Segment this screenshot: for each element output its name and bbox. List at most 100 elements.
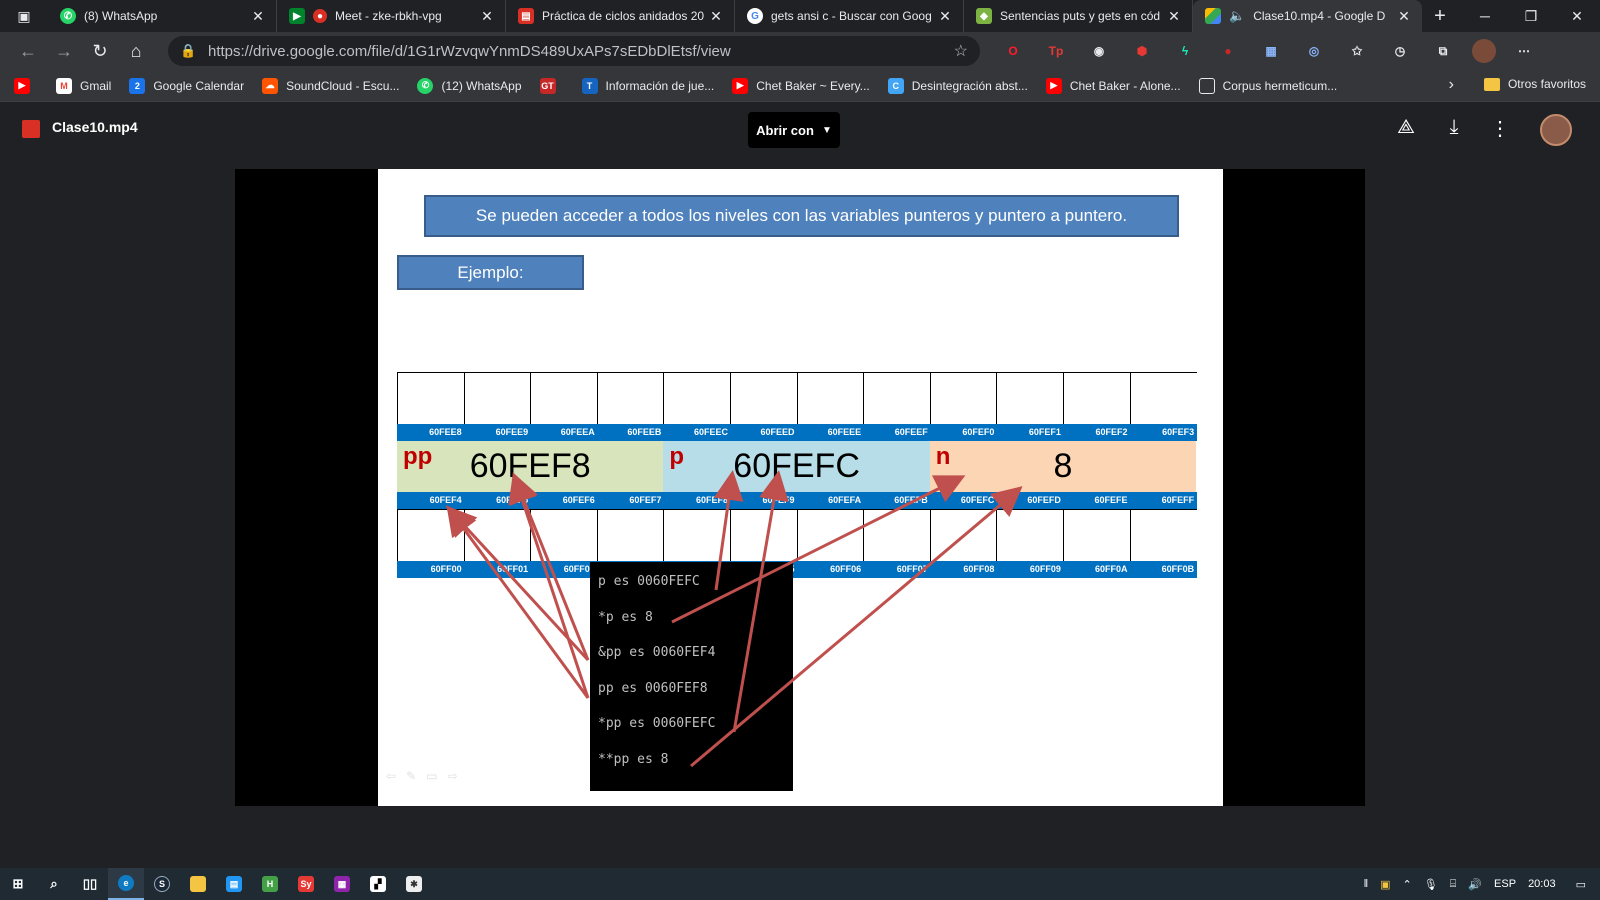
ladybug-extension-icon[interactable]: ● bbox=[1213, 36, 1243, 66]
add-to-drive-icon[interactable]: ⟁ bbox=[1392, 116, 1420, 139]
calendar-extension-icon[interactable]: ▦ bbox=[1256, 36, 1286, 66]
bug-app-icon[interactable]: ✱ bbox=[396, 868, 432, 900]
volume-icon[interactable]: 🔊 bbox=[1468, 878, 1482, 891]
forward-icon[interactable]: → bbox=[46, 33, 82, 69]
close-icon[interactable]: ✕ bbox=[1396, 8, 1412, 25]
search-icon[interactable]: ⌕ bbox=[36, 868, 72, 900]
more-menu-icon[interactable]: ⋯ bbox=[1509, 36, 1539, 66]
close-icon[interactable]: ✕ bbox=[1166, 8, 1182, 25]
address-label: 60FEFC bbox=[960, 495, 995, 505]
variable-pp: pp 60FEF8 bbox=[397, 441, 664, 492]
windows-start-icon[interactable]: ⊞ bbox=[0, 868, 36, 900]
lock-icon[interactable]: 🔒 bbox=[180, 43, 196, 59]
pen-icon[interactable]: ✎ bbox=[406, 769, 416, 783]
bookmark[interactable]: T Información de jue... bbox=[581, 77, 714, 94]
reload-icon[interactable]: ↻ bbox=[82, 33, 118, 69]
collections-icon[interactable]: ⧉ bbox=[1428, 36, 1458, 66]
close-icon[interactable]: ✕ bbox=[937, 8, 953, 25]
microphone-icon[interactable]: 🎙 bbox=[1424, 878, 1438, 891]
tab-google-search[interactable]: G gets ansi c - Buscar con Goog ✕ bbox=[735, 0, 964, 32]
whatsapp-icon: ✆ bbox=[417, 77, 434, 94]
more-options-icon[interactable]: ⋮ bbox=[1486, 116, 1514, 141]
bookmark[interactable]: GT bbox=[539, 77, 564, 94]
tab-title: gets ansi c - Buscar con Goog bbox=[771, 9, 932, 23]
profile-avatar[interactable] bbox=[1472, 39, 1496, 63]
file-explorer-icon[interactable] bbox=[180, 868, 216, 900]
bookmark[interactable]: ✆ (12) WhatsApp bbox=[417, 77, 522, 94]
language-indicator[interactable]: ESP bbox=[1494, 878, 1516, 890]
bookmark[interactable]: ▶ Chet Baker - Alone... bbox=[1045, 77, 1181, 94]
close-icon[interactable]: ✕ bbox=[250, 8, 266, 25]
system-tray: ‖ ▣ ⌃ 🎙 ⌸ 🔊 ESP 20:03 ▭ bbox=[1364, 868, 1600, 900]
caret-down-icon: ▼ bbox=[821, 124, 832, 136]
variable-name: n bbox=[935, 443, 951, 470]
bookmark[interactable]: ☁ SoundCloud - Escu... bbox=[262, 77, 399, 94]
restore-icon[interactable]: ❐ bbox=[1508, 0, 1554, 32]
console-line: *p es 8 bbox=[598, 609, 653, 625]
shield-extension-icon[interactable]: ⬢ bbox=[1127, 36, 1157, 66]
tab-pdf[interactable]: ▤ Práctica de ciclos anidados 20 ✕ bbox=[506, 0, 735, 32]
memory-cell bbox=[397, 510, 464, 561]
bookmark[interactable]: C Desintegración abst... bbox=[887, 77, 1028, 94]
menu-icon[interactable]: ▭ bbox=[426, 769, 437, 783]
tray-app-icon[interactable]: ▣ bbox=[1380, 878, 1390, 891]
download-icon[interactable]: ⤓ bbox=[1440, 116, 1468, 139]
memory-cell bbox=[996, 373, 1063, 424]
edge-taskbar-icon[interactable]: e bbox=[108, 868, 144, 900]
bolt-extension-icon[interactable]: ϟ bbox=[1170, 36, 1200, 66]
epic-app-icon[interactable]: ▞ bbox=[360, 868, 396, 900]
history-icon[interactable]: ◷ bbox=[1385, 36, 1415, 66]
tab-meet[interactable]: ▶ ● Meet - zke-rbkh-vpg ✕ bbox=[277, 0, 506, 32]
address-label: 60FEF8 bbox=[695, 495, 728, 505]
mask-extension-icon[interactable]: ◉ bbox=[1084, 36, 1114, 66]
address-label: 60FEF2 bbox=[1095, 427, 1128, 437]
c-icon: C bbox=[887, 77, 904, 94]
open-with-button[interactable]: Abrir con ▼ bbox=[748, 112, 840, 148]
next-icon[interactable]: ⇨ bbox=[448, 769, 458, 783]
bookmark[interactable]: Corpus hermeticum... bbox=[1198, 77, 1337, 94]
task-view-icon[interactable]: ▯▯ bbox=[72, 868, 108, 900]
network-icon[interactable]: ⌸ bbox=[1450, 878, 1457, 891]
new-tab-button[interactable]: + bbox=[1422, 0, 1458, 32]
tab-whatsapp[interactable]: ✆ (8) WhatsApp ✕ bbox=[48, 0, 277, 32]
bookmark[interactable]: ▶ bbox=[14, 77, 38, 94]
console-output: p es 0060FEFC *p es 8 &pp es 0060FEF4 pp es… bbox=[590, 562, 793, 791]
previous-icon[interactable]: ⇦ bbox=[386, 769, 396, 783]
notification-icon[interactable]: ▭ bbox=[1576, 878, 1586, 891]
url-text[interactable]: https://drive.google.com/file/d/1G1rWzvq… bbox=[208, 43, 954, 60]
tab-sentencias[interactable]: ◆ Sentencias puts y gets en cód ✕ bbox=[964, 0, 1193, 32]
close-icon[interactable]: ✕ bbox=[479, 8, 495, 25]
back-icon[interactable]: ← bbox=[10, 33, 46, 69]
home-icon[interactable]: ⌂ bbox=[118, 33, 154, 69]
screen-extension-icon[interactable]: ◎ bbox=[1299, 36, 1329, 66]
tp-extension-icon[interactable]: Tp bbox=[1041, 36, 1071, 66]
address-label: 60FEF0 bbox=[962, 427, 995, 437]
favorites-icon[interactable]: ✩ bbox=[1342, 36, 1372, 66]
chevron-up-icon[interactable]: ⌃ bbox=[1403, 878, 1412, 891]
opera-extension-icon[interactable]: O bbox=[998, 36, 1028, 66]
close-icon[interactable]: ✕ bbox=[708, 8, 724, 25]
tab-drive-active[interactable]: 🔈 Clase10.mp4 - Google D ✕ bbox=[1193, 0, 1422, 32]
favorite-star-icon[interactable]: ☆ bbox=[954, 41, 968, 61]
bookmark[interactable]: M Gmail bbox=[56, 77, 111, 94]
h-app-icon[interactable]: H bbox=[252, 868, 288, 900]
memory-cell bbox=[996, 510, 1063, 561]
document-app-icon[interactable]: ▤ bbox=[216, 868, 252, 900]
tab-actions-icon[interactable]: ▣ bbox=[0, 0, 48, 32]
winrar-icon[interactable]: ▦ bbox=[324, 868, 360, 900]
address-bar[interactable]: 🔒 https://drive.google.com/file/d/1G1rWz… bbox=[168, 36, 980, 66]
slide-controls[interactable]: ⇦ ✎ ▭ ⇨ bbox=[386, 769, 458, 783]
bookmark[interactable]: ▶ Chet Baker ~ Every... bbox=[732, 77, 870, 94]
close-window-icon[interactable]: ✕ bbox=[1554, 0, 1600, 32]
clock[interactable]: 20:03 bbox=[1528, 878, 1556, 890]
minimize-icon[interactable]: ─ bbox=[1462, 0, 1508, 32]
steam-taskbar-icon[interactable]: S bbox=[144, 868, 180, 900]
speaker-icon[interactable]: 🔈 bbox=[1229, 8, 1245, 24]
bookmark[interactable]: 2 Google Calendar bbox=[129, 77, 244, 94]
sy-app-icon[interactable]: Sy bbox=[288, 868, 324, 900]
other-bookmarks[interactable]: Otros favoritos bbox=[1483, 77, 1586, 91]
chevron-right-icon[interactable]: › bbox=[1449, 76, 1454, 94]
video-player[interactable]: Se pueden acceder a todos los niveles co… bbox=[235, 169, 1365, 806]
address-label: 60FEF3 bbox=[1162, 427, 1195, 437]
user-avatar[interactable] bbox=[1540, 114, 1572, 146]
